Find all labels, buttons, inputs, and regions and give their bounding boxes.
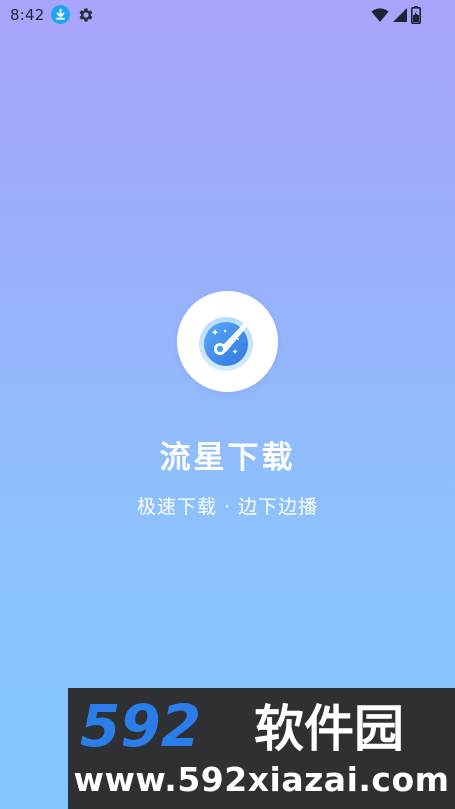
splash-screen: 8:42 流星下载 极速下载 · 边下边播 592 软件园 www.592xia…: [0, 0, 455, 809]
wifi-icon: [371, 7, 389, 27]
status-time: 8:42: [10, 5, 45, 24]
status-bar: 8:42: [0, 0, 455, 32]
watermark-logo: 592 软件园: [80, 696, 404, 756]
watermark-brand-number: 592: [80, 696, 201, 756]
watermark-url: www.592xiazai.com: [73, 760, 450, 799]
app-slogan: 极速下载 · 边下边播: [136, 496, 319, 518]
app-logo: [177, 291, 278, 392]
gear-icon: [77, 6, 95, 24]
watermark-brand-text: 软件园: [254, 700, 404, 756]
meteor-icon: [198, 316, 253, 371]
battery-icon: [411, 6, 421, 28]
watermark: 592 软件园 www.592xiazai.com: [68, 688, 455, 809]
status-left: 8:42: [10, 5, 95, 24]
cell-signal-icon: [392, 7, 408, 27]
download-notification-icon: [51, 5, 71, 24]
status-right: [371, 6, 421, 28]
app-title: 流星下载: [159, 440, 296, 476]
